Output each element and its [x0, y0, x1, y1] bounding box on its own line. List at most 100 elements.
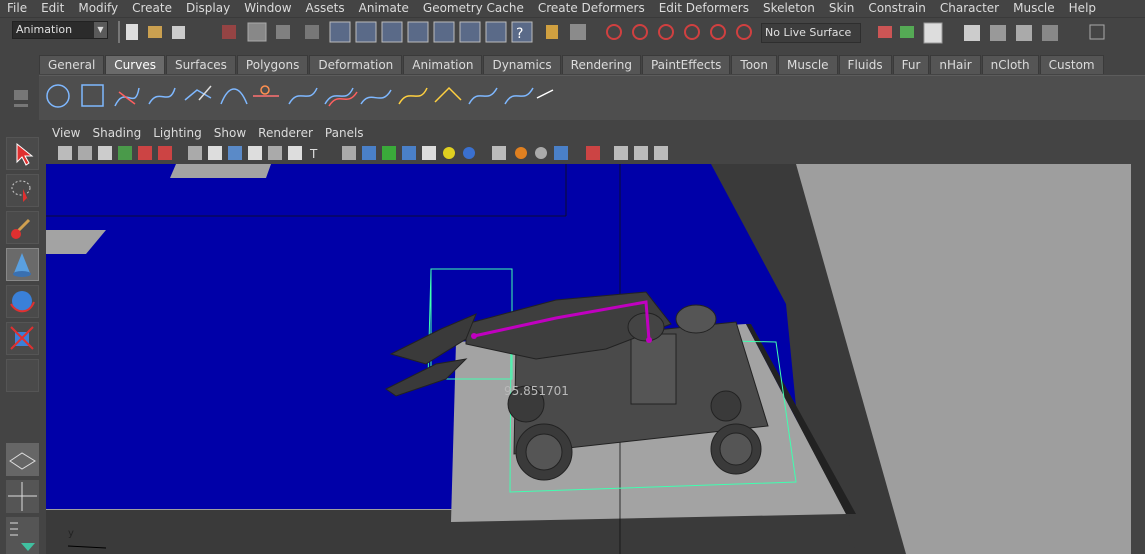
track-icon[interactable]: [654, 146, 668, 160]
scale-cube-icon: [10, 326, 34, 350]
menu-edit-deformers[interactable]: Edit Deformers: [652, 0, 756, 16]
isolate-select-icon[interactable]: [342, 146, 356, 160]
panel-menu-shading[interactable]: Shading: [86, 125, 147, 142]
menu-animate[interactable]: Animate: [352, 0, 416, 16]
live-surface-field[interactable]: No Live Surface: [761, 23, 861, 43]
panel-menu-panels[interactable]: Panels: [319, 125, 370, 142]
menu-display[interactable]: Display: [179, 0, 237, 16]
perspective-icon[interactable]: [634, 146, 648, 160]
use-lights-icon[interactable]: [248, 146, 262, 160]
image-plane-icon[interactable]: [98, 146, 112, 160]
anti-alias-icon[interactable]: [554, 146, 568, 160]
arc-icon[interactable]: [220, 88, 248, 105]
light-icon[interactable]: [443, 147, 455, 159]
menu-geometry-cache[interactable]: Geometry Cache: [416, 0, 531, 16]
extend-icon[interactable]: [468, 87, 498, 105]
backface-icon[interactable]: [402, 146, 416, 160]
textured-icon[interactable]: [228, 146, 242, 160]
wireframe-icon[interactable]: [188, 146, 202, 160]
tab-deformation[interactable]: Deformation: [309, 55, 403, 74]
tab-curves[interactable]: Curves: [105, 55, 165, 74]
move-tool-button[interactable]: [6, 248, 39, 281]
film-gate-icon[interactable]: [138, 146, 152, 160]
tab-painteffects[interactable]: PaintEffects: [641, 55, 731, 74]
wireframe-on-shaded-icon[interactable]: [382, 146, 396, 160]
tab-dynamics[interactable]: Dynamics: [483, 55, 561, 74]
menu-assets[interactable]: Assets: [299, 0, 352, 16]
panel-menu-lighting[interactable]: Lighting: [147, 125, 208, 142]
3d-viewport[interactable]: y 95.851701: [46, 164, 1131, 554]
rotate-tool-button[interactable]: [6, 285, 39, 318]
menu-modify[interactable]: Modify: [71, 0, 125, 16]
tab-general[interactable]: General: [39, 55, 105, 74]
tab-polygons[interactable]: Polygons: [236, 55, 309, 74]
tab-surfaces[interactable]: Surfaces: [165, 55, 236, 74]
pencil-curve-icon[interactable]: [184, 85, 212, 101]
offset-curve-icon[interactable]: [324, 87, 358, 107]
tab-muscle[interactable]: Muscle: [778, 55, 838, 74]
layout-four-pane-icon[interactable]: [6, 480, 39, 513]
smooth-shade-icon[interactable]: [208, 146, 222, 160]
menu-window[interactable]: Window: [237, 0, 298, 16]
attach-curve-icon[interactable]: [288, 87, 318, 105]
tab-fluids[interactable]: Fluids: [838, 55, 892, 74]
tab-nhair[interactable]: nHair: [930, 55, 981, 74]
resolution-gate-icon[interactable]: [158, 146, 172, 160]
menu-edit[interactable]: Edit: [34, 0, 71, 16]
menu-file[interactable]: File: [0, 0, 34, 16]
panel-menu-view[interactable]: View: [46, 125, 86, 142]
menu-skeleton[interactable]: Skeleton: [756, 0, 822, 16]
cut-curve-icon[interactable]: [253, 85, 279, 97]
menu-set-dropdown[interactable]: Animation ▼: [12, 21, 108, 39]
rebuild-curve-icon[interactable]: [360, 89, 392, 105]
checker-icon[interactable]: [422, 146, 436, 160]
square-icon[interactable]: [81, 84, 104, 107]
bookmark-icon[interactable]: [78, 146, 92, 160]
edit-curve-tool-icon[interactable]: [536, 89, 554, 99]
hud-icon[interactable]: [492, 146, 506, 160]
tab-rendering[interactable]: Rendering: [561, 55, 641, 74]
live-surface-label: No Live Surface: [765, 26, 852, 39]
panel-menu-show[interactable]: Show: [208, 125, 252, 142]
xray-icon[interactable]: [288, 146, 302, 160]
layout-outliner-pane-icon[interactable]: [6, 517, 39, 554]
tab-custom[interactable]: Custom: [1039, 55, 1104, 74]
lasso-tool-button[interactable]: [6, 174, 39, 207]
select-camera-icon[interactable]: [586, 146, 600, 160]
sphere-shade-icon[interactable]: [463, 147, 475, 159]
menu-character[interactable]: Character: [933, 0, 1006, 16]
ambient-occlusion-icon[interactable]: [535, 147, 547, 159]
menu-constrain[interactable]: Constrain: [861, 0, 933, 16]
menu-create-deformers[interactable]: Create Deformers: [531, 0, 652, 16]
smooth-curve-icon[interactable]: [504, 87, 534, 105]
motion-blur-icon[interactable]: [515, 147, 527, 159]
circle-icon[interactable]: [46, 84, 70, 108]
menu-create[interactable]: Create: [125, 0, 179, 16]
shelf-menu-icon[interactable]: [12, 88, 32, 118]
select-tool-button[interactable]: [6, 137, 39, 170]
svg-text:?: ?: [516, 26, 523, 42]
default-material-icon[interactable]: [362, 146, 376, 160]
orthographic-icon[interactable]: [614, 146, 628, 160]
scale-tool-button[interactable]: [6, 322, 39, 355]
cv-curve-icon[interactable]: [114, 87, 140, 107]
menu-skin[interactable]: Skin: [822, 0, 862, 16]
panel-menu-renderer[interactable]: Renderer: [252, 125, 319, 142]
grid-icon[interactable]: [118, 146, 132, 160]
camera-attributes-icon[interactable]: [58, 146, 72, 160]
last-tool-button[interactable]: [6, 359, 39, 392]
fillet-icon[interactable]: [398, 87, 428, 105]
tab-ncloth[interactable]: nCloth: [981, 55, 1039, 74]
menu-help[interactable]: Help: [1062, 0, 1103, 16]
main-menubar: File Edit Modify Create Display Window A…: [0, 0, 1145, 16]
shadows-icon[interactable]: [268, 146, 282, 160]
tab-toon[interactable]: Toon: [731, 55, 778, 74]
menu-muscle[interactable]: Muscle: [1006, 0, 1062, 16]
ep-curve-icon[interactable]: [148, 87, 176, 105]
layout-single-pane-icon[interactable]: [6, 443, 39, 476]
tab-animation[interactable]: Animation: [403, 55, 483, 74]
insert-knot-icon[interactable]: [434, 86, 462, 103]
text-icon[interactable]: T: [309, 147, 318, 161]
tab-fur[interactable]: Fur: [892, 55, 930, 74]
paint-select-tool-button[interactable]: [6, 211, 39, 244]
